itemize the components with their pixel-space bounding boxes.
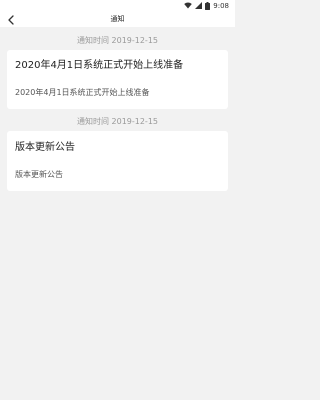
notice-card[interactable]: 2020年4月1日系统正式开始上线准备 2020年4月1日系统正式开始上线准备 bbox=[7, 50, 228, 109]
notice-title: 版本更新公告 bbox=[15, 142, 75, 153]
page-title: 通知 bbox=[110, 15, 125, 23]
notice-card[interactable]: 版本更新公告 版本更新公告 bbox=[7, 131, 228, 191]
app-header: 通知 bbox=[0, 11, 235, 27]
notice-summary: 2020年4月1日系统正式开始上线准备 bbox=[15, 88, 150, 97]
signal-icon bbox=[195, 2, 203, 9]
status-bar: 9:08 bbox=[0, 0, 235, 11]
status-icons: 9:08 bbox=[184, 1, 229, 10]
battery-icon bbox=[205, 1, 211, 10]
status-time: 9:08 bbox=[213, 1, 229, 10]
notice-date-label: 通知时间 2019-12-15 bbox=[76, 117, 159, 126]
wifi-icon bbox=[184, 2, 193, 9]
notice-title: 2020年4月1日系统正式开始上线准备 bbox=[15, 60, 184, 71]
notice-summary: 版本更新公告 bbox=[15, 170, 63, 179]
notice-date-label: 通知时间 2019-12-15 bbox=[76, 36, 159, 45]
